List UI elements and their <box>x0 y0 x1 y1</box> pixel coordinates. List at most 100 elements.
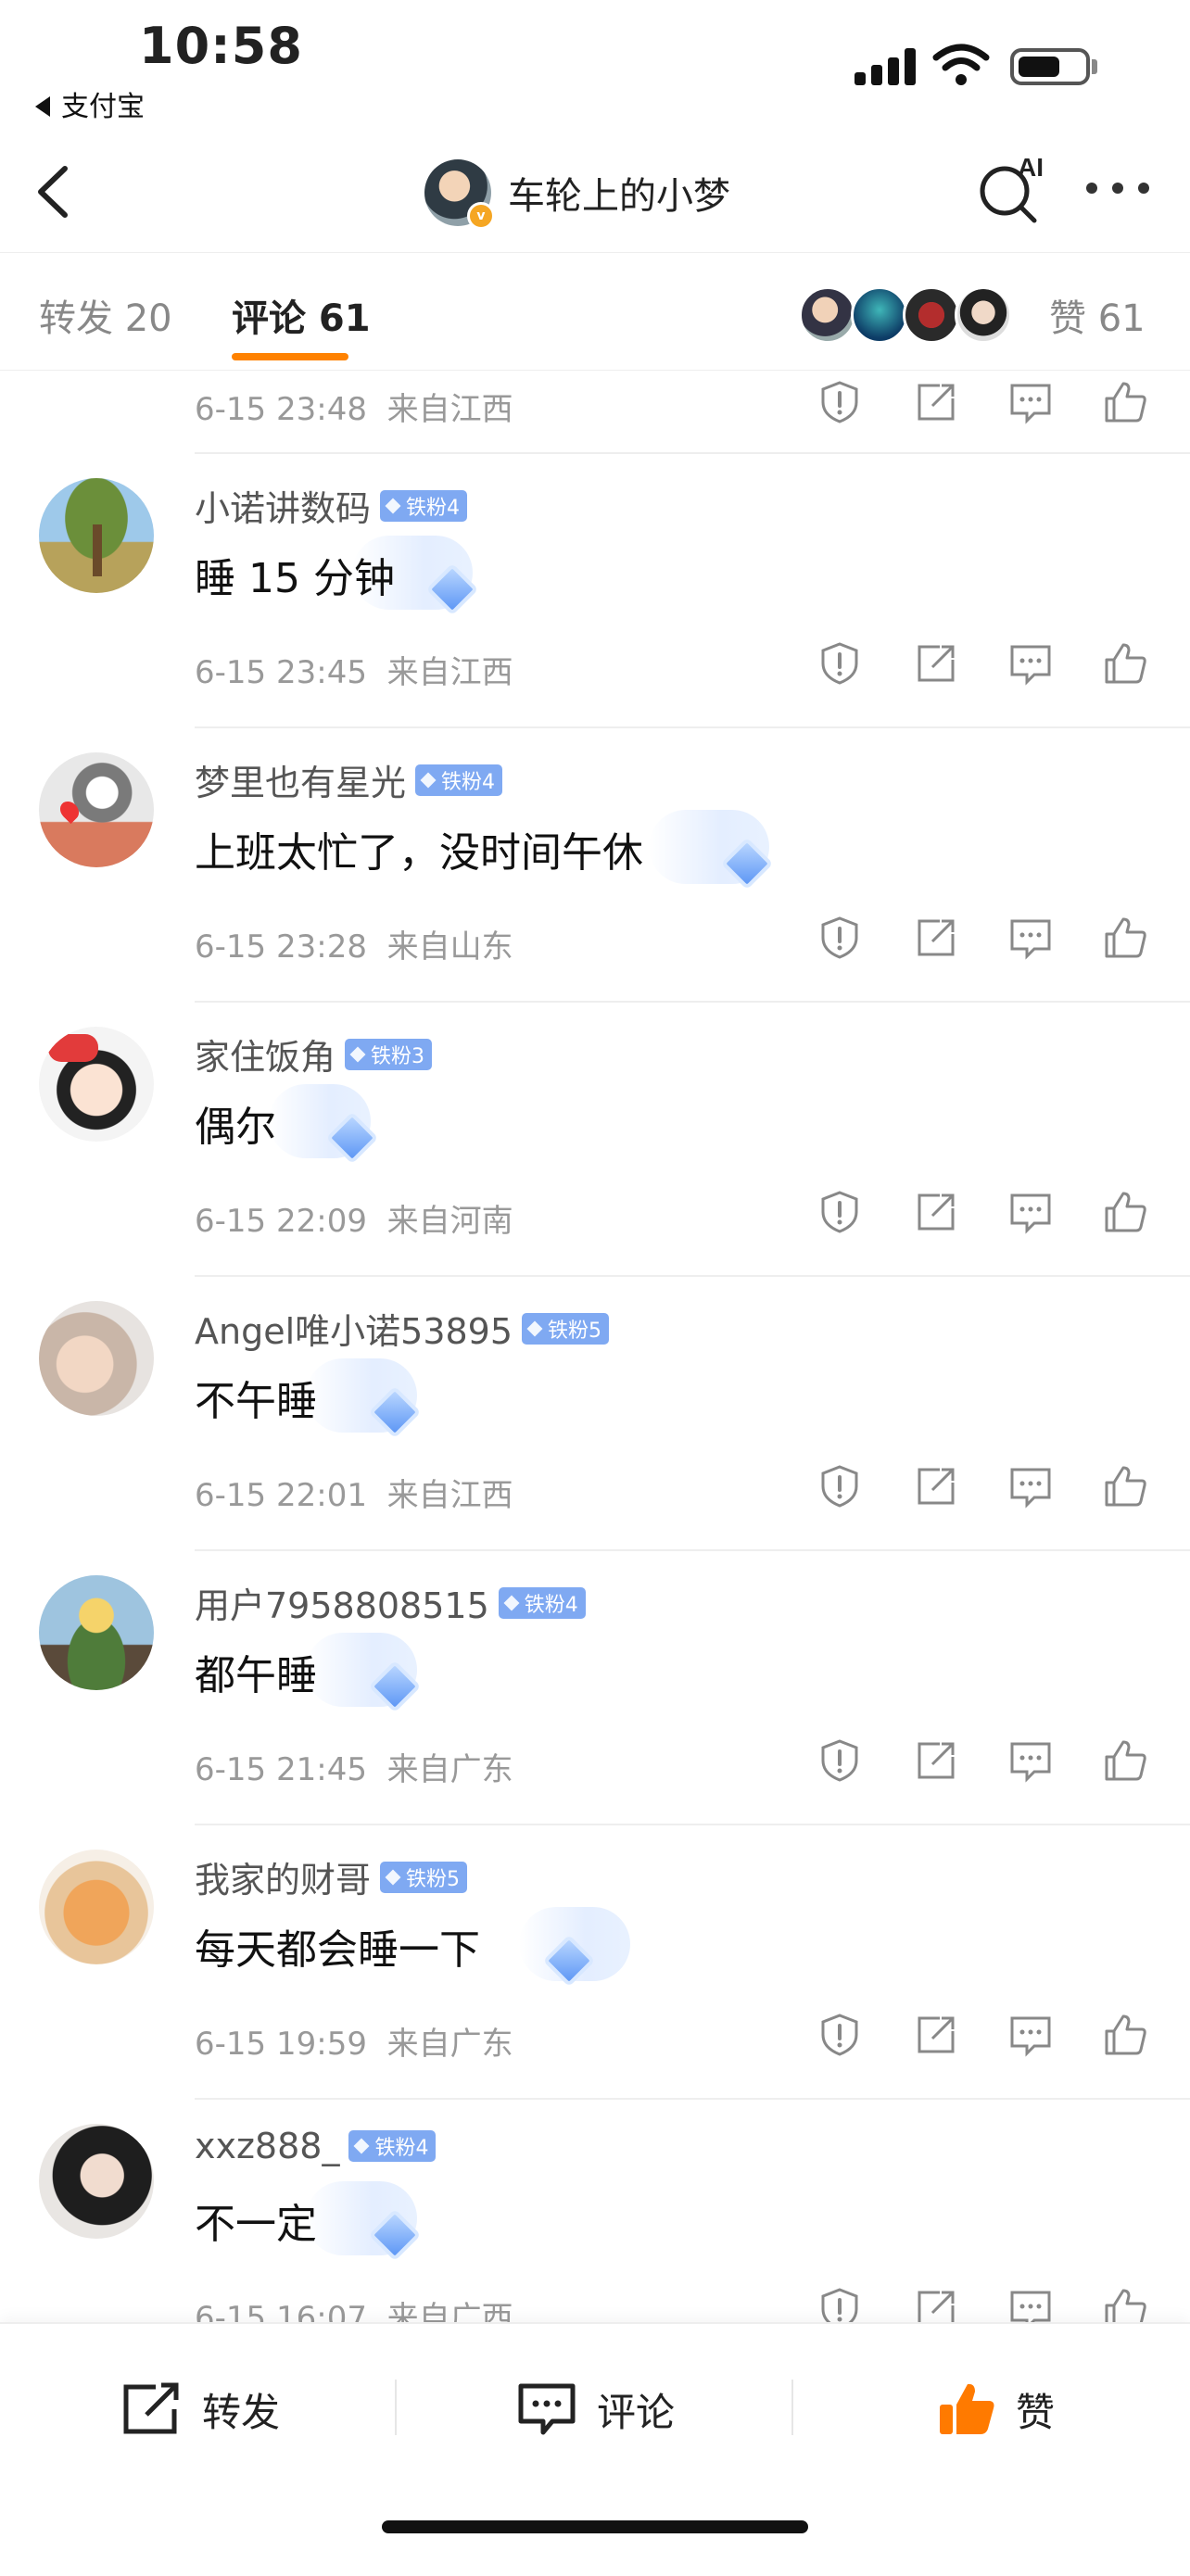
share-icon[interactable] <box>912 1462 960 1510</box>
ai-search-icon[interactable]: AI <box>975 150 1049 224</box>
more-icon[interactable] <box>1086 178 1151 196</box>
comment-meta: 6-15 23:48 来自江西 <box>195 384 513 429</box>
commenter-name[interactable]: 家住饭角 铁粉3 <box>195 1029 433 1080</box>
like-icon[interactable] <box>1101 1736 1149 1785</box>
fan-badge-label: 铁粉4 <box>441 770 496 794</box>
comment-actions <box>816 1462 1149 1514</box>
report-icon[interactable] <box>816 2011 864 2059</box>
commenter-avatar[interactable] <box>39 1575 154 1690</box>
comment-text[interactable]: 不一定 <box>195 2191 317 2250</box>
comment-date: 6-15 16:07 <box>195 2300 367 2322</box>
like-icon[interactable] <box>1101 2011 1149 2059</box>
comment-location: 来自江西 <box>386 391 513 428</box>
report-icon[interactable] <box>816 2285 864 2322</box>
reply-icon[interactable] <box>1006 2285 1055 2322</box>
commenter-name-text[interactable]: 梦里也有星光 <box>195 754 406 805</box>
commenter-name[interactable]: 梦里也有星光 铁粉4 <box>195 754 503 805</box>
comment-button[interactable]: 评论 <box>515 2372 675 2446</box>
share-icon[interactable] <box>912 1188 960 1236</box>
back-to-app-link[interactable]: 支付宝 <box>35 83 145 124</box>
header-username[interactable]: 车轮上的小梦 <box>508 166 730 220</box>
comment-text[interactable]: 不午睡 <box>195 1368 317 1427</box>
like-icon[interactable] <box>1101 1462 1149 1510</box>
share-icon[interactable] <box>912 2011 960 2059</box>
commenter-avatar[interactable] <box>39 1027 154 1142</box>
like-icon[interactable] <box>1101 1188 1149 1236</box>
commenter-name[interactable]: xxz888_ 铁粉4 <box>195 2126 437 2166</box>
like-icon[interactable] <box>1101 639 1149 688</box>
share-icon[interactable] <box>912 914 960 962</box>
header-user[interactable]: v 车轮上的小梦 <box>424 158 730 230</box>
commenter-name-text[interactable]: 小诺讲数码 <box>195 480 371 531</box>
reply-icon[interactable] <box>1006 639 1055 688</box>
commenter-name[interactable]: 我家的财哥 铁粉5 <box>195 1851 468 1902</box>
comment-icon <box>518 2383 576 2435</box>
comment-text[interactable]: 偶尔 <box>195 1093 276 1153</box>
like-button[interactable]: 赞 <box>936 2372 1055 2446</box>
commenter-name[interactable]: 小诺讲数码 铁粉4 <box>195 480 468 531</box>
back-arrow-icon[interactable] <box>28 159 83 224</box>
comment-date: 6-15 23:28 <box>195 928 367 966</box>
comment-text[interactable]: 上班太忙了，没时间午休 <box>195 819 643 878</box>
commenter-name-text[interactable]: Angel唯小诺53895 <box>195 1303 513 1354</box>
comment-date: 6-15 23:48 <box>195 391 367 428</box>
commenter-avatar[interactable] <box>39 1301 154 1416</box>
reply-icon[interactable] <box>1006 2011 1055 2059</box>
share-icon[interactable] <box>912 639 960 688</box>
commenter-name-text[interactable]: 家住饭角 <box>195 1029 335 1080</box>
commenter-avatar[interactable] <box>39 478 154 593</box>
comment-item: 家住饭角 铁粉3 偶尔 6-15 22:09 来自河南 <box>0 1003 1190 1277</box>
like-icon[interactable] <box>1101 378 1149 426</box>
commenter-avatar[interactable] <box>39 1850 154 1964</box>
commenter-avatar[interactable] <box>39 752 154 867</box>
comment-text[interactable]: 睡 15 分钟 <box>195 545 395 604</box>
comment-item: 小诺讲数码 铁粉4 睡 15 分钟 6-15 23:45 来自江西 <box>0 454 1190 728</box>
report-icon[interactable] <box>816 1736 864 1785</box>
liker-avatar[interactable] <box>799 286 856 344</box>
reply-icon[interactable] <box>1006 1462 1055 1510</box>
fan-badge-label: 铁粉4 <box>374 2137 429 2160</box>
tab-comment[interactable]: 评论 61 <box>232 288 371 342</box>
header-avatar[interactable]: v <box>424 159 495 230</box>
comment-text[interactable]: 每天都会睡一下 <box>195 1916 480 1976</box>
report-icon[interactable] <box>816 378 864 426</box>
reply-icon[interactable] <box>1006 1736 1055 1785</box>
liker-avatar[interactable] <box>955 286 1012 344</box>
liker-avatar[interactable] <box>851 286 908 344</box>
tab-like[interactable]: 赞 61 <box>1049 288 1146 342</box>
commenter-name[interactable]: 用户7958808515 铁粉4 <box>195 1577 586 1628</box>
share-icon[interactable] <box>912 378 960 426</box>
reply-icon[interactable] <box>1006 1188 1055 1236</box>
comment-text[interactable]: 都午睡 <box>195 1642 317 1701</box>
commenter-name[interactable]: Angel唯小诺53895 铁粉5 <box>195 1303 610 1354</box>
commenter-avatar[interactable] <box>39 2124 154 2239</box>
comment-item: Angel唯小诺53895 铁粉5 不午睡 6-15 22:01 来自江西 <box>0 1277 1190 1551</box>
like-icon[interactable] <box>1101 914 1149 962</box>
share-icon[interactable] <box>912 1736 960 1785</box>
like-icon[interactable] <box>1101 2285 1149 2322</box>
fan-badge-label: 铁粉4 <box>524 1593 578 1617</box>
report-icon[interactable] <box>816 1462 864 1510</box>
fan-gem-icon <box>349 1046 366 1062</box>
tab-repost[interactable]: 转发 20 <box>39 288 172 342</box>
home-indicator[interactable] <box>382 2520 808 2533</box>
wifi-icon <box>932 44 990 85</box>
fan-badge: 铁粉4 <box>348 2130 437 2162</box>
report-icon[interactable] <box>816 1188 864 1236</box>
repost-button[interactable]: 转发 <box>120 2372 280 2446</box>
reply-icon[interactable] <box>1006 378 1055 426</box>
report-icon[interactable] <box>816 639 864 688</box>
liker-avatar[interactable] <box>903 286 960 344</box>
commenter-name-text[interactable]: 我家的财哥 <box>195 1851 371 1902</box>
comment-meta: 6-15 19:59 来自广东 <box>195 2018 513 2064</box>
reply-icon[interactable] <box>1006 914 1055 962</box>
comment-list[interactable]: 6-15 23:48 来自江西 小诺讲数码 铁粉4 睡 15 分钟 6-15 23… <box>0 371 1190 2322</box>
report-icon[interactable] <box>816 914 864 962</box>
battery-icon <box>1010 48 1090 85</box>
liker-avatars[interactable] <box>799 286 1012 344</box>
share-icon[interactable] <box>912 2285 960 2322</box>
comment-location: 来自江西 <box>386 1477 513 1514</box>
commenter-name-text[interactable]: xxz888_ <box>195 2126 339 2166</box>
commenter-name-text[interactable]: 用户7958808515 <box>195 1577 489 1628</box>
ai-label: AI <box>1018 153 1044 182</box>
